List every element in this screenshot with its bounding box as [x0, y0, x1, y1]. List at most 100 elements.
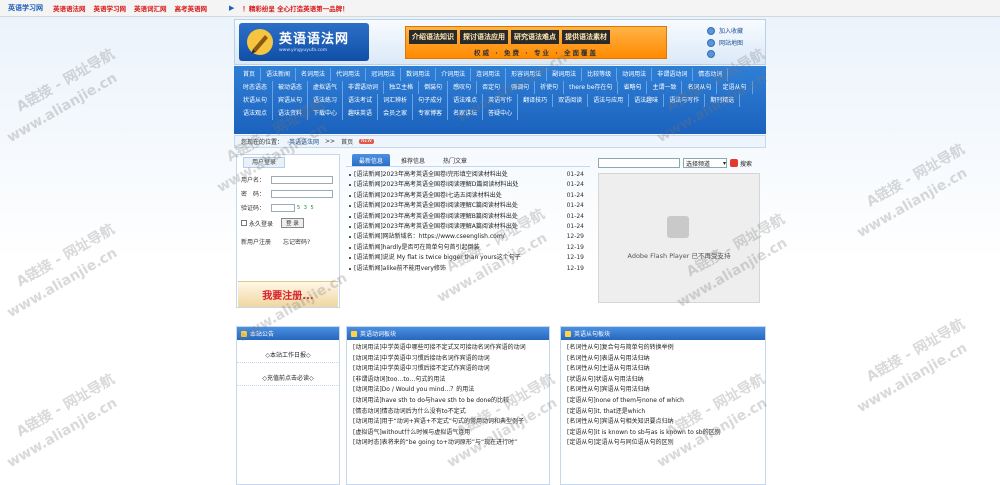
news-title[interactable]: [语法新闻]2023年高考英语全国卷Ⅰ阅读理解B篇阅读材料出处: [354, 213, 518, 221]
top-link[interactable]: 英语词汇网: [134, 3, 167, 13]
news-item[interactable]: [语法新闻]alike前不能用very修饰 12-19: [346, 264, 590, 274]
nav-item[interactable]: 名词用法: [296, 68, 332, 81]
nav-item[interactable]: 语法资料: [273, 107, 309, 120]
news-item[interactable]: [语法新闻]2023年高考英语全国卷Ⅰ七选五阅读材料出处 01-24: [346, 191, 590, 201]
news-title[interactable]: [语法新闻]网站新域名：https://www.cseenglish.com/: [354, 233, 505, 241]
nav-item[interactable]: 虚拟语气: [308, 81, 344, 94]
nav-item[interactable]: 情态动词: [693, 68, 729, 81]
rss-link[interactable]: [707, 50, 743, 58]
channel-select[interactable]: 选择频道 ▾: [683, 158, 727, 168]
nav-item[interactable]: 省略句: [618, 81, 648, 94]
add-favorite-link[interactable]: 加入收藏: [707, 26, 743, 35]
vcode-image[interactable]: 5 3 5: [297, 205, 315, 211]
nav-item[interactable]: 形容词用法: [506, 68, 548, 81]
notice-item[interactable]: ◇充值前点击必读◇: [237, 373, 339, 386]
nav-item[interactable]: 语法观点: [238, 107, 274, 120]
login-button[interactable]: 登 录: [281, 218, 304, 228]
news-item[interactable]: [语法新闻]网站新域名：https://www.cseenglish.com/1…: [346, 232, 590, 242]
nav-item[interactable]: 趣味英语: [343, 107, 379, 120]
nav-item[interactable]: 语法难点: [448, 94, 484, 107]
nav-item[interactable]: 句子成分: [413, 94, 449, 107]
top-link[interactable]: 高考英语网: [175, 3, 208, 13]
list-item[interactable]: [名词性从句]宾语从句用法归纳: [561, 385, 765, 396]
news-item[interactable]: [语法新闻]2023年高考英语全国卷Ⅰ阅读理解A篇阅读材料出处 01-24: [346, 222, 590, 232]
register-banner[interactable]: 我要注册...: [238, 281, 338, 307]
nav-item[interactable]: 数词用法: [401, 68, 437, 81]
list-item[interactable]: [动词用法]用于“动词+宾语+不定式”句式的常用动词和典型例子: [347, 417, 549, 428]
nav-item[interactable]: 动词用法: [617, 68, 653, 81]
nav-item[interactable]: 代词用法: [331, 68, 367, 81]
nav-item[interactable]: 独立主格: [384, 81, 420, 94]
top-link[interactable]: 英语语法网: [53, 3, 86, 13]
news-item[interactable]: [语法新闻]2023年高考英语全国卷Ⅰ完形填空阅读材料出处 01-24: [346, 170, 590, 180]
register-link[interactable]: 新用户注册: [241, 237, 271, 246]
nav-item[interactable]: 介词用法: [436, 68, 472, 81]
nav-item[interactable]: 英语写作: [483, 94, 519, 107]
site-map-link[interactable]: 网站地图: [707, 38, 743, 47]
nav-item[interactable]: 答疑中心: [483, 107, 519, 120]
nav-item[interactable]: 非谓语动词: [652, 68, 694, 81]
tab-latest[interactable]: 最新信息: [352, 154, 391, 166]
username-input[interactable]: [271, 175, 333, 184]
nav-item[interactable]: 宾语从句: [273, 94, 309, 107]
news-item[interactable]: [语法新闻]说说 My flat is twice bigger than yo…: [346, 253, 590, 263]
password-input[interactable]: [271, 189, 333, 198]
list-item[interactable]: [情态动词]情态动词后为什么没有to不定式: [347, 407, 549, 418]
tab-recommended[interactable]: 推荐信息: [394, 154, 432, 166]
search-button[interactable]: 搜索: [730, 159, 752, 168]
top-site-name[interactable]: 英语学习网: [8, 3, 43, 13]
breadcrumb-home[interactable]: 英语语法网: [289, 137, 319, 146]
nav-item[interactable]: 翻译技巧: [518, 94, 554, 107]
nav-item[interactable]: 冠词用法: [366, 68, 402, 81]
list-item[interactable]: [动词用法]中学英语中习惯后接不定式作宾语的动词: [347, 364, 549, 375]
nav-item[interactable]: 非谓语动词: [343, 81, 385, 94]
list-item[interactable]: [定语从句]none of them与none of which: [561, 396, 765, 407]
news-item[interactable]: [语法新闻]2023年高考英语全国卷Ⅰ阅读理解C篇阅读材料出处 01-24: [346, 201, 590, 211]
list-item[interactable]: [名词性从句]复合句与简单句的转换举例: [561, 343, 765, 354]
list-item[interactable]: [动词用法]have sth to do与have sth to be done…: [347, 396, 549, 407]
nav-item[interactable]: 名家讲坛: [448, 107, 484, 120]
nav-item[interactable]: 语法练习: [308, 94, 344, 107]
list-item[interactable]: [状语从句]状语从句用法归纳: [561, 375, 765, 386]
nav-item[interactable]: 连词用法: [471, 68, 507, 81]
news-title[interactable]: [语法新闻]2023年高考英语全国卷Ⅰ阅读理解C篇阅读材料出处: [354, 202, 518, 210]
nav-item[interactable]: 语法考试: [343, 94, 379, 107]
site-logo[interactable]: 英语语法网 www.yingyuyufa.com: [239, 23, 369, 61]
list-item[interactable]: [名词性从句]宾语从句相关知识要点归纳: [561, 417, 765, 428]
nav-item[interactable]: 期刊精选: [705, 94, 741, 107]
nav-item[interactable]: 会员之家: [378, 107, 414, 120]
nav-item[interactable]: 主谓一致: [647, 81, 683, 94]
tab-popular[interactable]: 热门文章: [436, 154, 474, 166]
list-item[interactable]: [定语从句]it, that还是which: [561, 407, 765, 418]
list-item[interactable]: [动词用法]Do / Would you mind…？的用法: [347, 385, 549, 396]
news-title[interactable]: [语法新闻]说说 My flat is twice bigger than yo…: [354, 254, 521, 262]
nav-item[interactable]: 感叹句: [448, 81, 478, 94]
list-item[interactable]: [定语从句]it is known to sb与as is known to s…: [561, 428, 765, 439]
nav-item[interactable]: 语法新闻: [261, 68, 297, 81]
news-title[interactable]: [语法新闻]alike前不能用very修饰: [354, 265, 446, 273]
nav-item[interactable]: 否定句: [477, 81, 507, 94]
nav-item[interactable]: 定语从句: [717, 81, 753, 94]
vcode-input[interactable]: [271, 203, 295, 212]
header-banner[interactable]: 介绍语法知识 探讨语法应用 研究语法难点 提供语法素材 权威 · 免费 · 专业…: [405, 26, 667, 59]
nav-item[interactable]: 祈使句: [535, 81, 565, 94]
list-item[interactable]: [非谓语动词]too…to…句式的用法: [347, 375, 549, 386]
news-item[interactable]: [语法新闻]hardly是否可在简单句句首引起倒装 12-19: [346, 243, 590, 253]
list-item[interactable]: [定语从句]定语从句与同位语从句的区别: [561, 438, 765, 449]
top-link[interactable]: 英语学习网: [94, 3, 127, 13]
login-tab[interactable]: 用户登录: [243, 157, 285, 168]
news-item[interactable]: [语法新闻]2023年高考英语全国卷Ⅰ阅读理解D篇阅读材料出处 01-24: [346, 180, 590, 190]
nav-item[interactable]: 名词从句: [682, 81, 718, 94]
nav-item[interactable]: 词汇辨析: [378, 94, 414, 107]
list-item[interactable]: [虚拟语气]without什么时候与虚拟语气连用: [347, 428, 549, 439]
nav-item[interactable]: 首页: [238, 68, 262, 81]
list-item[interactable]: [名词性从句]主语从句用法归纳: [561, 364, 765, 375]
nav-item[interactable]: 时态语态: [238, 81, 274, 94]
forgot-password-link[interactable]: 忘记密码?: [283, 237, 310, 246]
news-title[interactable]: [语法新闻]2023年高考英语全国卷Ⅰ阅读理解D篇阅读材料出处: [354, 181, 518, 189]
nav-item[interactable]: 下载中心: [308, 107, 344, 120]
nav-item[interactable]: 副词用法: [547, 68, 583, 81]
remember-checkbox[interactable]: [241, 220, 247, 226]
nav-item[interactable]: 倒装句: [419, 81, 449, 94]
nav-item[interactable]: 语法趣味: [629, 94, 665, 107]
